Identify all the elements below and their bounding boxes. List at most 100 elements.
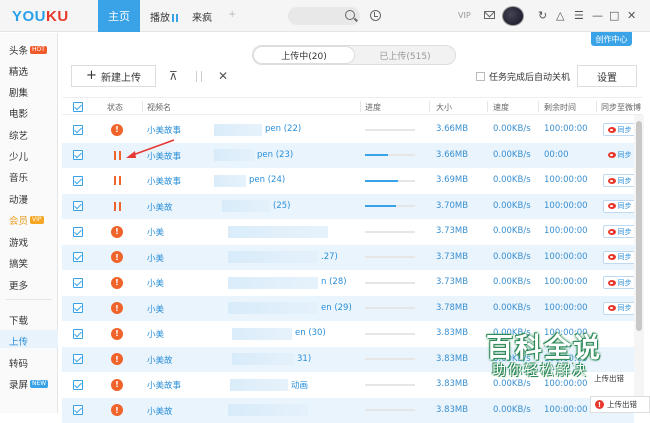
create-center-button[interactable]: 创作中心 xyxy=(591,32,632,46)
video-name[interactable]: 小美故事动画 xyxy=(147,379,181,391)
row-checkbox[interactable] xyxy=(73,252,83,262)
scrollbar-thumb[interactable] xyxy=(636,121,642,331)
warning-status-icon[interactable]: ! xyxy=(111,404,123,416)
row-checkbox[interactable] xyxy=(73,201,83,211)
video-name[interactable]: 小美en (29) xyxy=(147,303,164,315)
sidebar-item-games[interactable]: 游戏 xyxy=(9,235,28,249)
row-checkbox[interactable] xyxy=(73,125,83,135)
row-checkbox[interactable] xyxy=(73,354,83,364)
vip-link[interactable]: VIP xyxy=(458,11,471,20)
row-checkbox[interactable] xyxy=(73,405,83,415)
row-checkbox[interactable] xyxy=(73,329,83,339)
mail-icon[interactable] xyxy=(484,11,495,19)
sync-weibo-button[interactable]: 同步 xyxy=(603,302,636,315)
close-icon[interactable]: ✕ xyxy=(627,9,636,22)
video-name[interactable]: 小美故事pen (22) xyxy=(147,124,181,136)
delete-x-icon[interactable]: ✕ xyxy=(218,69,228,83)
video-name[interactable]: 小美.27) xyxy=(147,252,164,264)
youku-logo[interactable]: YOUKU xyxy=(12,8,69,25)
table-row[interactable]: !小美.27)3.73MB0.00KB/s100:00:00同步 xyxy=(62,245,634,271)
sync-weibo-button[interactable]: 同步 xyxy=(603,276,636,289)
sidebar-item-kids[interactable]: 少儿 xyxy=(9,149,28,163)
sync-weibo-button[interactable]: 同步 xyxy=(603,200,636,213)
sidebar-item-transcode[interactable]: 转码 xyxy=(9,356,28,370)
priority-upload-icon[interactable]: ⊼ xyxy=(169,69,178,83)
warning-status-icon[interactable]: ! xyxy=(111,379,123,391)
table-row[interactable]: !小美3.73MB0.00KB/s100:00:00同步 xyxy=(62,219,634,245)
sidebar-item-membership[interactable]: 会员VIP xyxy=(9,213,44,227)
table-row[interactable]: !小美n (28)3.73MB0.00KB/s100:00:00同步 xyxy=(62,270,634,296)
row-checkbox[interactable] xyxy=(73,227,83,237)
tab-uploaded[interactable]: 已上传(515) xyxy=(355,46,455,64)
video-name[interactable]: 小美故(25) xyxy=(147,201,173,213)
sync-weibo-button[interactable]: 同步 xyxy=(603,149,636,162)
redacted-name-blur xyxy=(232,353,294,365)
warning-status-icon[interactable]: ! xyxy=(111,251,123,263)
video-name[interactable]: 小美故 xyxy=(147,405,173,417)
sidebar-item-series[interactable]: 剧集 xyxy=(9,85,28,99)
tab-crazy[interactable]: 来疯 xyxy=(192,9,212,24)
table-row[interactable]: !小美en (29)3.78MB0.00KB/s100:00:00同步 xyxy=(62,296,634,322)
pause-status-icon[interactable] xyxy=(114,202,121,211)
pause-status-icon[interactable] xyxy=(114,176,121,185)
tab-home[interactable]: 主页 xyxy=(98,0,140,32)
row-checkbox[interactable] xyxy=(73,380,83,390)
scrollbar[interactable] xyxy=(634,115,644,413)
select-all-checkbox[interactable] xyxy=(73,102,83,112)
sidebar-item-record[interactable]: 录屏NEW xyxy=(9,377,48,391)
row-checkbox[interactable] xyxy=(73,176,83,186)
video-name[interactable]: 小美故31) xyxy=(147,354,173,366)
sidebar-item-anime[interactable]: 动漫 xyxy=(9,192,28,206)
sidebar-item-upload[interactable]: 上传 xyxy=(9,334,28,348)
tab-uploading[interactable]: 上传中(20) xyxy=(253,46,355,64)
avatar[interactable] xyxy=(502,6,524,26)
sidebar-item-variety[interactable]: 综艺 xyxy=(9,128,28,142)
auto-shutdown-checkbox[interactable] xyxy=(476,72,485,81)
search-icon[interactable] xyxy=(345,10,355,20)
skin-icon[interactable]: △ xyxy=(556,9,564,22)
auto-shutdown-option[interactable]: 任务完成后自动关机 xyxy=(476,70,570,83)
sidebar-item-headlines[interactable]: 头条HOT xyxy=(9,43,47,57)
sidebar-item-movies[interactable]: 电影 xyxy=(9,106,28,120)
warning-status-icon[interactable]: ! xyxy=(111,226,123,238)
video-name[interactable]: 小美n (28) xyxy=(147,277,164,289)
progress-bar-fill xyxy=(365,154,388,156)
maximize-icon[interactable]: □ xyxy=(609,9,619,22)
settings-button[interactable]: 设置 xyxy=(577,65,637,87)
sync-weibo-button[interactable]: 同步 xyxy=(603,251,636,264)
sidebar-item-music[interactable]: 音乐 xyxy=(9,170,28,184)
video-name[interactable]: 小美 xyxy=(147,226,164,238)
new-upload-button[interactable]: + 新建上传 xyxy=(71,65,156,87)
warning-status-icon[interactable]: ! xyxy=(111,353,123,365)
table-row[interactable]: 小美故(25)3.70MB0.00KB/s100:00:00同步 xyxy=(62,194,634,220)
sidebar-item-download[interactable]: 下载 xyxy=(9,313,28,327)
warning-status-icon[interactable]: ! xyxy=(111,328,123,340)
sync-weibo-button[interactable]: 同步 xyxy=(603,123,636,136)
refresh-icon[interactable]: ↻ xyxy=(538,9,547,22)
row-checkbox[interactable] xyxy=(73,150,83,160)
video-name[interactable]: 小美故事pen (24) xyxy=(147,175,181,187)
history-clock-icon[interactable] xyxy=(370,10,381,21)
table-row[interactable]: 小美故事pen (24)3.69MB0.00KB/s100:00:00同步 xyxy=(62,168,634,194)
warning-status-icon[interactable]: ! xyxy=(111,277,123,289)
pause-status-icon[interactable] xyxy=(114,151,121,160)
search-input[interactable] xyxy=(288,7,360,25)
minimize-icon[interactable]: — xyxy=(592,9,603,22)
menu-icon[interactable]: ☰ xyxy=(574,9,584,22)
table-row[interactable]: !小美故3.83MB0.00KB/s100:00:00 xyxy=(62,398,634,423)
remaining-time: 100:00:00 xyxy=(544,405,588,415)
sync-weibo-button[interactable]: 同步 xyxy=(603,174,636,187)
video-name[interactable]: 小美en (30) xyxy=(147,328,164,340)
tab-play[interactable]: 播放 xyxy=(150,9,178,24)
warning-status-icon[interactable]: ! xyxy=(111,302,123,314)
sidebar-item-featured[interactable]: 精选 xyxy=(9,64,28,78)
row-checkbox[interactable] xyxy=(73,303,83,313)
upload-error-toast[interactable]: ! 上传出错 xyxy=(590,396,650,413)
sidebar-item-funny[interactable]: 搞笑 xyxy=(9,256,28,270)
warning-status-icon[interactable]: ! xyxy=(111,124,123,136)
new-badge: NEW xyxy=(30,380,48,388)
sync-weibo-button[interactable]: 同步 xyxy=(603,225,636,238)
row-checkbox[interactable] xyxy=(73,278,83,288)
add-tab-button[interactable]: + xyxy=(228,9,236,20)
sidebar-item-more[interactable]: 更多 xyxy=(9,278,28,292)
